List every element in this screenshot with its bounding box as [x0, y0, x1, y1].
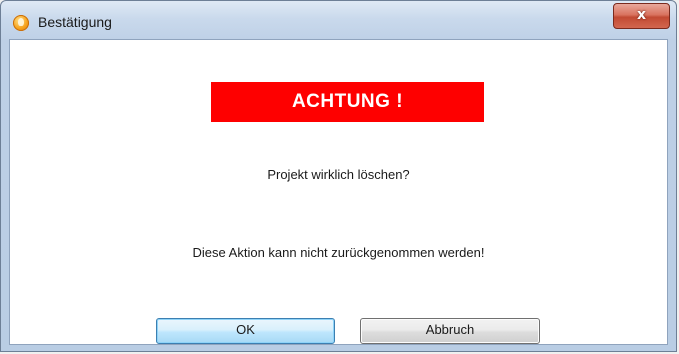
cancel-button[interactable]: Abbruch [360, 318, 540, 344]
dialog-content: ACHTUNG ! Projekt wirklich löschen? Dies… [9, 39, 668, 345]
warning-banner: ACHTUNG ! [211, 82, 484, 122]
dialog-window: Bestätigung x ACHTUNG ! Projekt wirklich… [0, 0, 677, 352]
close-button[interactable]: x [613, 3, 670, 29]
title-bar[interactable]: Bestätigung x [1, 1, 676, 39]
window-title: Bestätigung [38, 14, 112, 30]
ok-button[interactable]: OK [156, 318, 335, 344]
app-icon [13, 15, 29, 31]
confirmation-question: Projekt wirklich löschen? [267, 167, 410, 182]
irreversible-warning: Diese Aktion kann nicht zurückgenommen w… [192, 245, 485, 260]
